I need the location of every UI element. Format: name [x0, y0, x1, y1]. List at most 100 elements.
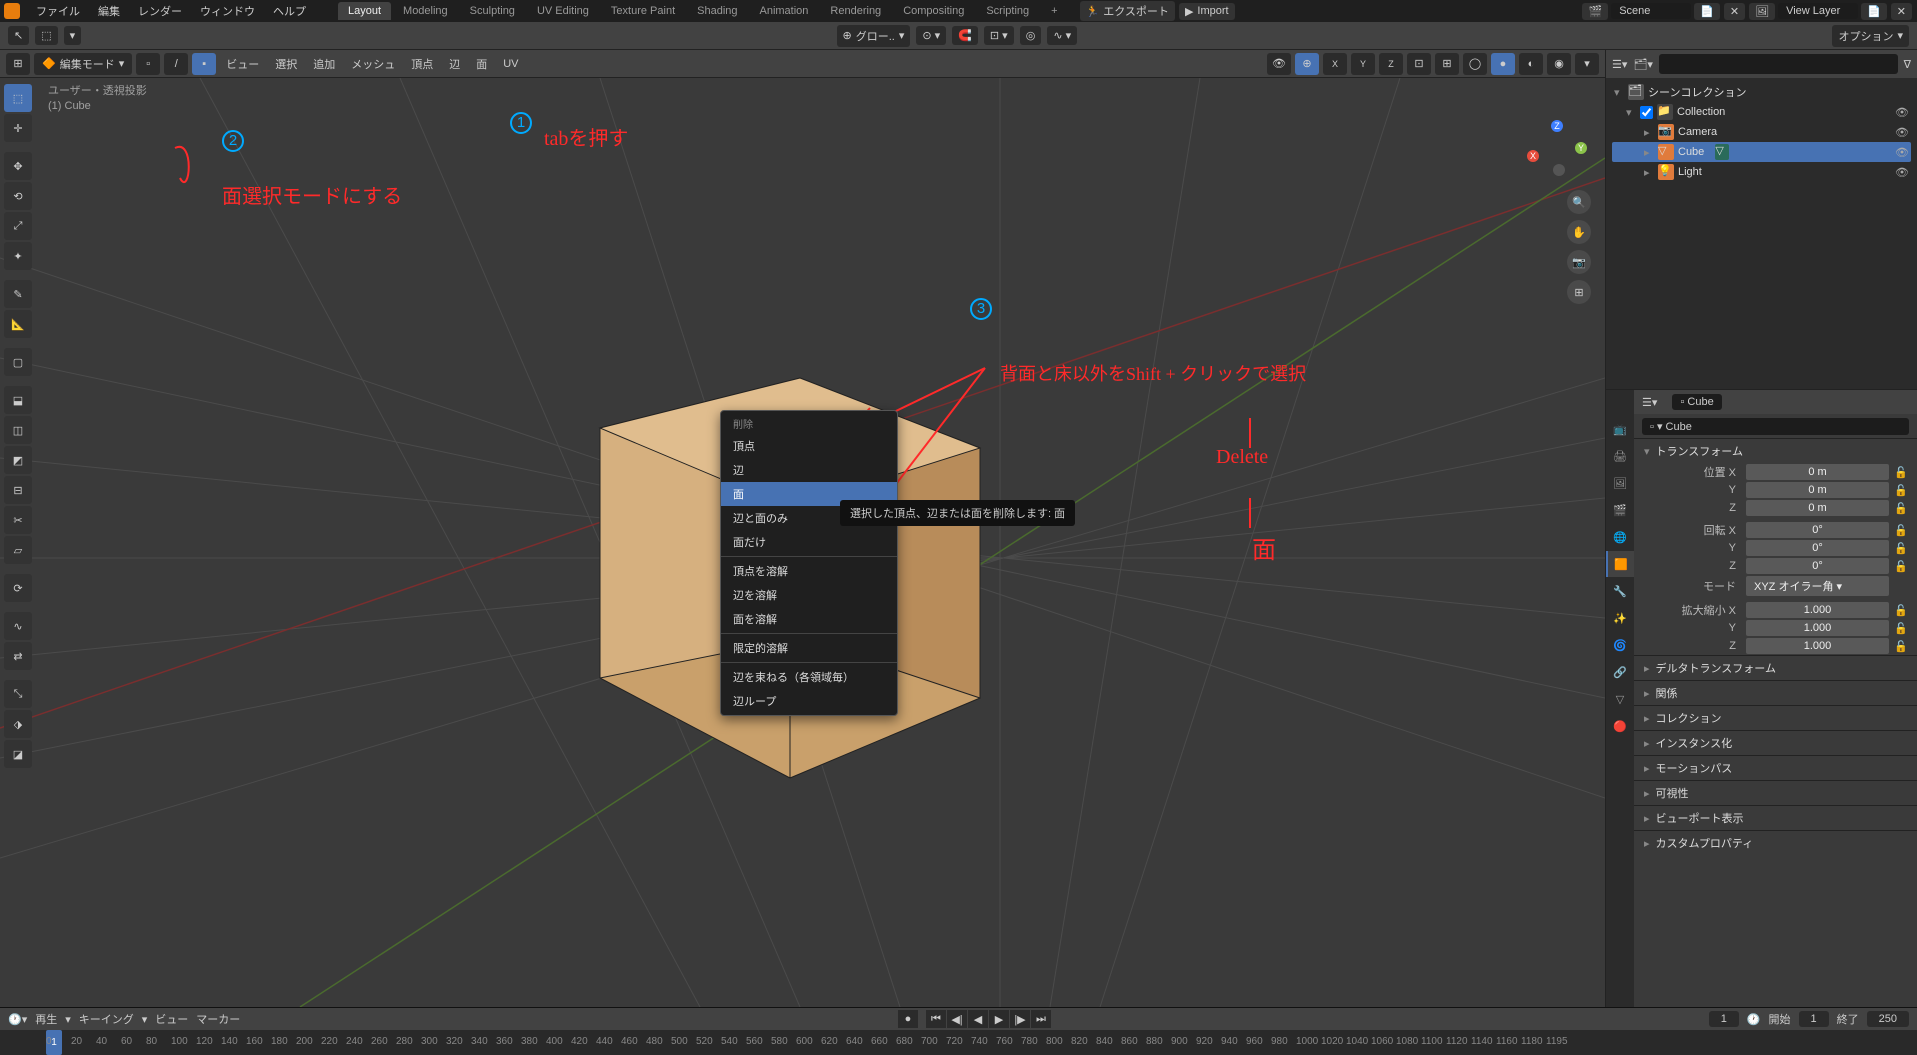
workspace-tab-layout[interactable]: Layout [338, 2, 391, 20]
outliner-filter-icon[interactable]: ∇ [1904, 58, 1911, 71]
camera-view-icon[interactable]: 📷 [1567, 250, 1591, 274]
viewport-menu-view[interactable]: ビュー [220, 54, 265, 74]
shading-matprev-icon[interactable]: ◐ [1519, 53, 1543, 75]
xray-toggle-icon[interactable]: ⊞ [1435, 53, 1459, 75]
tool-rip-icon[interactable]: ◪ [4, 740, 32, 768]
menu-render[interactable]: レンダー [130, 1, 190, 21]
scene-new-icon[interactable]: 📄 [1694, 3, 1720, 20]
outliner-item-cube[interactable]: ▸▽Cube ▽👁 [1612, 142, 1911, 162]
tool-spin-icon[interactable]: ⟳ [4, 574, 32, 602]
mode-select[interactable]: 🔶 編集モード ▾ [34, 53, 132, 75]
workspace-tab-uvediting[interactable]: UV Editing [527, 2, 599, 20]
overlay-z-icon[interactable]: Z [1379, 53, 1403, 75]
orientation-select[interactable]: ⊕ グロー.. ▾ [837, 25, 911, 47]
overlay-y-icon[interactable]: Y [1351, 53, 1375, 75]
lock-icon[interactable]: 🔓 [1893, 622, 1909, 635]
prop-tab-constraint-icon[interactable]: 🔗 [1606, 659, 1634, 685]
current-frame-input[interactable]: 1 [1709, 1011, 1739, 1027]
scale-y-input[interactable]: 1.000 [1746, 620, 1889, 636]
timeline-menu-view[interactable]: ビュー [155, 1011, 188, 1027]
cursor-tool-icon[interactable]: ↖ [8, 26, 29, 45]
loc-x-input[interactable]: 0 m [1746, 464, 1889, 480]
workspace-tab-rendering[interactable]: Rendering [820, 2, 891, 20]
viewlayer-browse-icon[interactable]: 🖼 [1749, 3, 1775, 20]
outliner-item-light[interactable]: ▸💡Light👁 [1612, 162, 1911, 182]
tool-extrude-icon[interactable]: ⬓ [4, 386, 32, 414]
loc-z-input[interactable]: 0 m [1746, 500, 1889, 516]
prop-tab-viewlayer-icon[interactable]: 🖼 [1606, 470, 1634, 496]
pan-icon[interactable]: ✋ [1567, 220, 1591, 244]
zoom-icon[interactable]: 🔍 [1567, 190, 1591, 214]
select-tool-icon[interactable]: ⬚ [35, 26, 57, 45]
menu-edit[interactable]: 編集 [90, 1, 128, 21]
timeline-track[interactable]: 1 02040608010012014016018020022024026028… [0, 1030, 1917, 1055]
outliner-editor-icon[interactable]: ☰▾ [1612, 58, 1627, 71]
tool-cursor-icon[interactable]: ✛ [4, 114, 32, 142]
perspective-icon[interactable]: ⊞ [1567, 280, 1591, 304]
jump-start-icon[interactable]: ⏮ [926, 1010, 946, 1028]
keyframe-next-icon[interactable]: |▶ [1010, 1010, 1030, 1028]
menu-edge-loops[interactable]: 辺ループ [721, 689, 897, 713]
pivot-select[interactable]: ⊙ ▾ [916, 26, 946, 45]
tool-select-box-icon[interactable]: ⬚ [4, 84, 32, 112]
snap-toggle[interactable]: 🧲 [952, 26, 978, 45]
outliner-collection[interactable]: ▾📁Collection👁 [1612, 102, 1911, 122]
viewport-menu-vertex[interactable]: 頂点 [405, 54, 439, 74]
menu-edge-collapse[interactable]: 辺を束ねる（各領域毎） [721, 665, 897, 689]
workspace-tab-sculpting[interactable]: Sculpting [460, 2, 525, 20]
viewport-menu-add[interactable]: 追加 [307, 54, 341, 74]
prop-tab-render-icon[interactable]: 📺 [1606, 416, 1634, 442]
menu-help[interactable]: ヘルプ [265, 1, 314, 21]
prop-tab-modifier-icon[interactable]: 🔧 [1606, 578, 1634, 604]
menu-dissolve-faces[interactable]: 面を溶解 [721, 607, 897, 631]
tool-annotate-icon[interactable]: ✎ [4, 280, 32, 308]
end-frame-input[interactable]: 250 [1867, 1011, 1909, 1027]
viewlayer-delete-icon[interactable]: ✕ [1891, 3, 1912, 20]
viewport-menu-edge[interactable]: 辺 [443, 54, 466, 74]
viewport-menu-mesh[interactable]: メッシュ [345, 54, 401, 74]
loc-y-input[interactable]: 0 m [1746, 482, 1889, 498]
shading-dropdown-icon[interactable]: ▾ [1575, 53, 1599, 75]
tool-addcube-icon[interactable]: ▢ [4, 348, 32, 376]
tool-loopcut-icon[interactable]: ⊟ [4, 476, 32, 504]
scene-field[interactable]: Scene [1611, 3, 1691, 19]
gizmo-toggle-icon[interactable]: ⊕ [1295, 53, 1319, 75]
lock-icon[interactable]: 🔓 [1893, 604, 1909, 617]
tool-scale-icon[interactable]: ⤢ [4, 212, 32, 240]
tool-transform-icon[interactable]: ✦ [4, 242, 32, 270]
lock-icon[interactable]: 🔓 [1893, 640, 1909, 653]
tool-rotate-icon[interactable]: ⟲ [4, 182, 32, 210]
lock-icon[interactable]: 🔓 [1893, 466, 1909, 479]
jump-end-icon[interactable]: ⏭ [1031, 1010, 1051, 1028]
lock-icon[interactable]: 🔓 [1893, 560, 1909, 573]
proportional-select[interactable]: ∿ ▾ [1047, 26, 1077, 45]
properties-object-name[interactable]: ▫ ▾ Cube [1634, 414, 1917, 438]
section-collection[interactable]: ▸コレクション [1634, 705, 1917, 730]
outliner-scene-collection[interactable]: ▾🗂シーンコレクション [1612, 82, 1911, 102]
snap-select[interactable]: ⊡ ▾ [984, 26, 1014, 45]
tool-shear-icon[interactable]: ⬗ [4, 710, 32, 738]
scene-browse-icon[interactable]: 🎬 [1582, 3, 1608, 20]
viewlayer-field[interactable]: View Layer [1778, 3, 1858, 19]
menu-delete-edges[interactable]: 辺 [721, 458, 897, 482]
keyframe-prev-icon[interactable]: ◀| [947, 1010, 967, 1028]
visibility-eye-icon[interactable]: 👁 [1895, 106, 1909, 119]
scale-x-input[interactable]: 1.000 [1746, 602, 1889, 618]
overlay-x-icon[interactable]: X [1323, 53, 1347, 75]
select-mode-dropdown[interactable]: ▾ [64, 26, 82, 45]
play-reverse-icon[interactable]: ◀ [968, 1010, 988, 1028]
lock-icon[interactable]: 🔓 [1893, 524, 1909, 537]
prop-tab-physics-icon[interactable]: 🌀 [1606, 632, 1634, 658]
tool-shrink-icon[interactable]: ⤡ [4, 680, 32, 708]
viewlayer-new-icon[interactable]: 📄 [1861, 3, 1887, 20]
lock-icon[interactable]: 🔓 [1893, 502, 1909, 515]
visibility-toggle-icon[interactable]: 👁 [1267, 53, 1291, 75]
lock-icon[interactable]: 🔓 [1893, 542, 1909, 555]
tool-knife-icon[interactable]: ✂ [4, 506, 32, 534]
vertex-select-icon[interactable]: ▫ [136, 53, 160, 75]
rotation-mode-select[interactable]: XYZ オイラー角 ▾ [1746, 576, 1889, 596]
rot-x-input[interactable]: 0° [1746, 522, 1889, 538]
menu-dissolve-edges[interactable]: 辺を溶解 [721, 583, 897, 607]
visibility-eye-icon[interactable]: 👁 [1895, 126, 1909, 139]
workspace-tab-animation[interactable]: Animation [750, 2, 819, 20]
